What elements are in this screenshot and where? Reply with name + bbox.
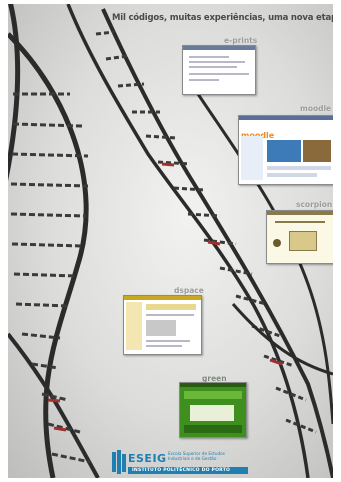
course-image: [267, 140, 301, 162]
logo-acronym: ESEIG: [128, 452, 167, 465]
poster-title: Mil códigos, muitas experiências, uma no…: [112, 13, 333, 23]
label-eprints: e-prints: [224, 36, 258, 45]
text-line: [189, 56, 229, 58]
header-block: [184, 391, 242, 399]
text-line: [146, 340, 190, 342]
login-box: [289, 231, 317, 251]
window-titlebar: [239, 116, 333, 120]
text-line: [189, 66, 237, 68]
moodle-screenshot[interactable]: moodle: [238, 115, 333, 185]
course-image: [303, 140, 331, 162]
window-titlebar: [124, 296, 201, 300]
content-row: [267, 166, 331, 170]
moodle-logo: moodle: [241, 123, 274, 140]
label-moodle: moodle: [300, 104, 332, 113]
footer-block: [184, 425, 242, 433]
label-dspace: dspace: [174, 286, 204, 295]
window-titlebar: [267, 211, 333, 215]
green-screenshot[interactable]: [179, 382, 247, 438]
poster: Mil códigos, muitas experiências, uma no…: [8, 4, 333, 478]
dspace-screenshot[interactable]: [123, 295, 202, 355]
label-scorpion: scorpion: [296, 200, 333, 209]
header-block: [146, 304, 196, 310]
window-titlebar: [180, 383, 246, 387]
eprints-screenshot[interactable]: [182, 45, 256, 95]
login-box: [190, 405, 234, 421]
logo-subtitle: Escola Superior de Estudos Industriais e…: [168, 451, 225, 461]
content-row: [267, 173, 317, 177]
text-line: [146, 314, 194, 316]
scorpion-icon: [273, 239, 281, 247]
scorpion-screenshot[interactable]: [266, 210, 333, 264]
text-line: [189, 61, 245, 63]
text-line: [189, 79, 219, 81]
text-line: [189, 73, 249, 75]
text-line: [146, 345, 182, 347]
sidebar-block: [126, 302, 142, 350]
window-titlebar: [183, 46, 255, 50]
eseig-logo-icon: [112, 450, 126, 474]
eseig-logo: ESEIG Escola Superior de Estudos Industr…: [112, 450, 252, 476]
text-line: [275, 221, 325, 223]
logo-institute: INSTITUTO POLITÉCNICO DO PORTO: [128, 467, 248, 474]
content-image: [146, 320, 176, 336]
sidebar-block: [241, 136, 263, 180]
